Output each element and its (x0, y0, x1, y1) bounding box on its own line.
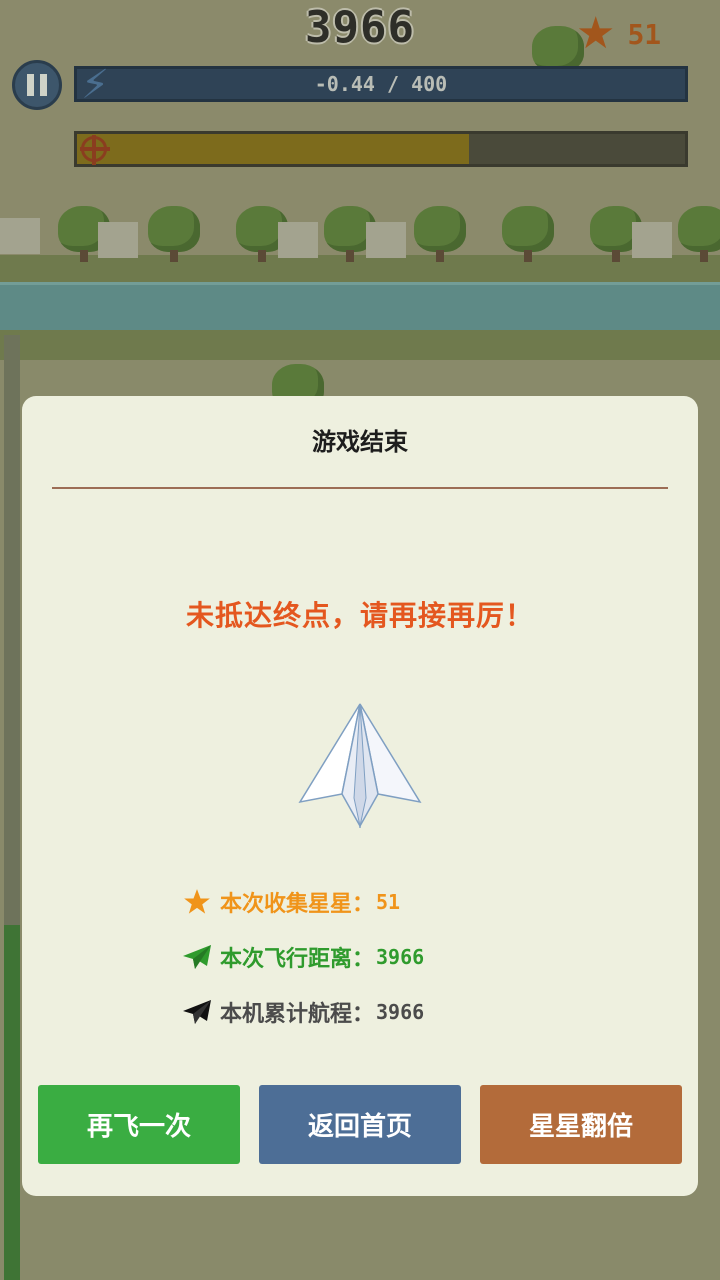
rock (366, 222, 406, 258)
rock (0, 218, 40, 254)
stat-label: 本机累计航程： (220, 1002, 375, 1027)
pause-button[interactable] (12, 60, 62, 110)
stat-value: 51 (376, 890, 401, 914)
river (0, 282, 720, 336)
star-icon (182, 887, 212, 917)
star-count: 51 (627, 17, 662, 51)
progress-fill (77, 134, 470, 164)
rock (98, 222, 138, 258)
target-icon (80, 135, 110, 165)
side-wall (4, 925, 20, 1280)
tree (502, 206, 554, 262)
rock (278, 222, 318, 258)
fly-again-button[interactable]: 再飞一次 (38, 1085, 240, 1164)
stat-label: 本次收集星星： (220, 892, 375, 917)
energy-bar: ⚡ -0.44 / 400 (74, 63, 688, 107)
tree (414, 206, 466, 262)
return-home-button[interactable]: 返回首页 (259, 1085, 461, 1164)
paper-plane-icon (298, 703, 422, 828)
tree (678, 206, 720, 262)
divider (52, 487, 668, 489)
star-counter: ★ 51 (576, 12, 661, 56)
grass-strip (0, 330, 720, 360)
flight-progress-bar (74, 131, 688, 167)
pause-icon (40, 74, 47, 96)
stat-flight-distance: 本次飞行距离： 3966 (182, 941, 424, 973)
double-stars-button[interactable]: 星星翻倍 (480, 1085, 682, 1164)
dialog-title: 游戏结束 (312, 428, 408, 456)
game-over-dialog: 游戏结束 未抵达终点，请再接再厉！ 本次收集星星： 51 本次飞行距离： 396… (22, 396, 698, 1196)
rock (632, 222, 672, 258)
stat-total-distance: 本机累计航程： 3966 (182, 996, 424, 1028)
fail-message: 未抵达终点，请再接再厉！ (185, 599, 534, 632)
energy-text: -0.44 / 400 (314, 72, 448, 96)
stat-value: 3966 (376, 1000, 425, 1024)
paper-plane-icon (182, 942, 212, 972)
pause-icon (27, 74, 34, 96)
stat-label: 本次飞行距离： (220, 947, 375, 972)
tree (148, 206, 200, 262)
paper-plane-icon (182, 997, 212, 1027)
stat-value: 3966 (376, 945, 425, 969)
stat-stars-collected: 本次收集星星： 51 (182, 886, 400, 918)
star-icon: ★ (576, 8, 616, 59)
